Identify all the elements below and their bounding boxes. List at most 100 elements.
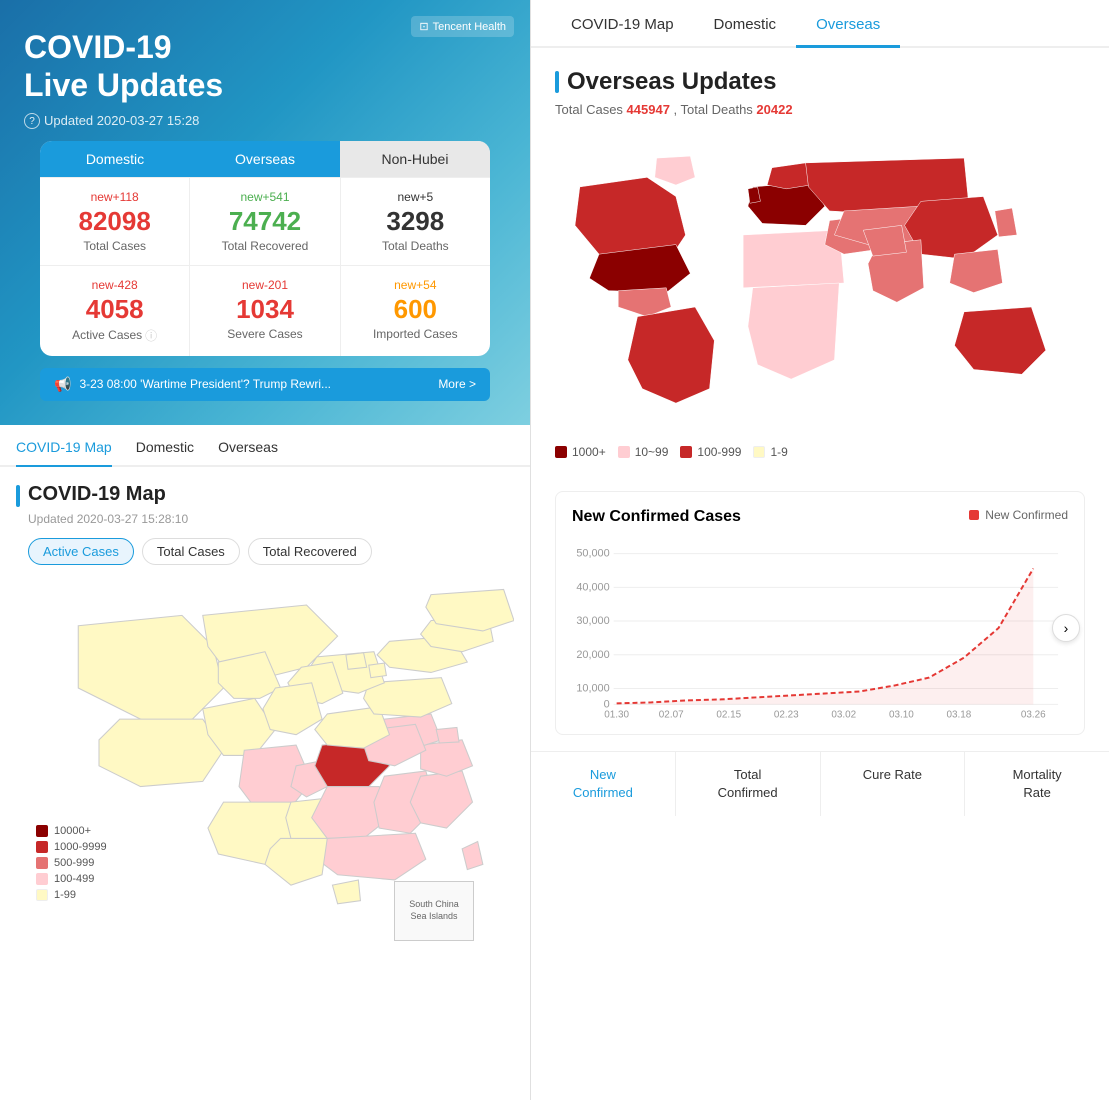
help-icon[interactable]: ? [24, 113, 40, 129]
chart-tab-cure-rate[interactable]: Cure Rate [821, 752, 966, 816]
filter-active-cases[interactable]: Active Cases [28, 538, 134, 565]
world-legend-box-10 [618, 446, 630, 458]
svg-text:03.26: 03.26 [1021, 709, 1046, 718]
hero-title: COVID-19Live Updates [24, 28, 506, 105]
world-legend: 1000+ 10~99 100-999 1-9 [555, 433, 1085, 471]
tab-non-hubei[interactable]: Non-Hubei [340, 141, 490, 177]
tencent-icon: ⊡ [419, 20, 428, 33]
active-label: Active Cases ⓘ [50, 327, 179, 344]
map-tabs-left: COVID-19 Map Domestic Overseas [0, 425, 530, 467]
active-delta: new-428 [50, 278, 179, 292]
legend-box-1000 [36, 841, 48, 853]
right-tab-overseas[interactable]: Overseas [796, 0, 900, 48]
svg-text:03.02: 03.02 [831, 709, 856, 718]
chart-tabs: New Confirmed Total Confirmed Cure Rate … [531, 751, 1109, 816]
south-china-label: South ChinaSea Islands [409, 899, 459, 922]
world-legend-10-99: 10~99 [618, 445, 669, 459]
legend-1-99: 1-99 [36, 889, 107, 901]
megaphone-icon: 📢 [54, 376, 71, 393]
china-map: 10000+ 1000-9999 500-999 100-499 1-99 [16, 581, 514, 961]
total-deaths-cell: new+5 3298 Total Deaths [341, 178, 490, 265]
world-map-svg [551, 133, 1089, 433]
total-cases-value: 82098 [50, 206, 179, 237]
legend-100-499: 100-499 [36, 873, 107, 885]
svg-text:10,000: 10,000 [576, 682, 609, 694]
legend-box-100 [36, 873, 48, 885]
chart-tab-mortality-rate[interactable]: Mortality Rate [965, 752, 1109, 816]
svg-text:50,000: 50,000 [576, 548, 609, 560]
svg-text:01.30: 01.30 [604, 709, 629, 718]
chart-section: New Confirmed Cases New Confirmed 50,000… [555, 491, 1085, 735]
world-legend-box-1 [753, 446, 765, 458]
right-tab-covid-map[interactable]: COVID-19 Map [551, 0, 694, 48]
active-cases-cell: new-428 4058 Active Cases ⓘ [40, 266, 190, 356]
stats-row-2: new-428 4058 Active Cases ⓘ new-201 1034… [40, 265, 490, 356]
new-cases-delta: new+118 [50, 190, 179, 204]
world-legend-1000plus: 1000+ [555, 445, 606, 459]
news-ticker: 📢 3-23 08:00 'Wartime President'? Trump … [40, 368, 490, 401]
recovered-label: Total Recovered [200, 239, 329, 253]
imported-cases-cell: new+54 600 Imported Cases [341, 266, 490, 356]
chart-area: 50,000 40,000 30,000 20,000 10,000 0 01.… [572, 538, 1068, 718]
stats-card: Domestic Overseas Non-Hubei new+118 8209… [40, 141, 490, 356]
filter-total-recovered[interactable]: Total Recovered [248, 538, 372, 565]
tab-overseas-stats[interactable]: Overseas [190, 141, 340, 177]
info-icon[interactable]: ⓘ [145, 327, 157, 344]
line-chart-svg: 50,000 40,000 30,000 20,000 10,000 0 01.… [572, 538, 1068, 718]
right-tabs: COVID-19 Map Domestic Overseas [531, 0, 1109, 48]
tencent-label: Tencent Health [433, 21, 506, 33]
map-tab-covid[interactable]: COVID-19 Map [16, 439, 112, 467]
imported-delta: new+54 [351, 278, 480, 292]
svg-text:30,000: 30,000 [576, 615, 609, 627]
deaths-delta: new+5 [351, 190, 480, 204]
filter-tabs: Active Cases Total Cases Total Recovered [28, 538, 514, 565]
active-value: 4058 [50, 294, 179, 325]
deaths-value: 3298 [351, 206, 480, 237]
hero-banner: ⊡ Tencent Health COVID-19Live Updates ? … [0, 0, 530, 425]
overseas-subtitle: Total Cases 445947 , Total Deaths 20422 [555, 102, 1085, 117]
overseas-title: Overseas Updates [567, 68, 776, 96]
svg-text:02.07: 02.07 [659, 709, 684, 718]
south-china-sea-box: South ChinaSea Islands [394, 881, 474, 941]
map-updated: Updated 2020-03-27 15:28:10 [28, 512, 514, 526]
legend-box-10000 [36, 825, 48, 837]
overseas-title-row: Overseas Updates [555, 68, 1085, 96]
overseas-section: Overseas Updates Total Cases 445947 , To… [531, 48, 1109, 491]
imported-label: Imported Cases [351, 327, 480, 341]
imported-value: 600 [351, 294, 480, 325]
legend-box-500 [36, 857, 48, 869]
svg-text:40,000: 40,000 [576, 581, 609, 593]
china-map-legend: 10000+ 1000-9999 500-999 100-499 1-99 [36, 825, 107, 901]
stats-row-1: new+118 82098 Total Cases new+541 74742 … [40, 177, 490, 265]
total-recovered-cell: new+541 74742 Total Recovered [190, 178, 340, 265]
deaths-label: Total Deaths [351, 239, 480, 253]
chart-legend: New Confirmed [969, 508, 1068, 522]
filter-total-cases[interactable]: Total Cases [142, 538, 240, 565]
svg-text:02.23: 02.23 [774, 709, 799, 718]
severe-delta: new-201 [200, 278, 329, 292]
world-legend-1-9: 1-9 [753, 445, 787, 459]
svg-text:02.15: 02.15 [716, 709, 741, 718]
severe-cases-cell: new-201 1034 Severe Cases [190, 266, 340, 356]
chart-next-button[interactable]: › [1052, 614, 1080, 642]
svg-text:03.18: 03.18 [946, 709, 971, 718]
map-tab-overseas-left[interactable]: Overseas [218, 439, 278, 467]
right-tab-domestic[interactable]: Domestic [694, 0, 797, 48]
chart-tab-total-confirmed[interactable]: Total Confirmed [676, 752, 821, 816]
chart-tab-new-confirmed[interactable]: New Confirmed [531, 752, 676, 816]
hero-updated: ? Updated 2020-03-27 15:28 [24, 113, 506, 129]
section-bar [16, 485, 20, 507]
total-cases-label: Total Cases [50, 239, 179, 253]
right-panel: COVID-19 Map Domestic Overseas Overseas … [530, 0, 1109, 1100]
tab-domestic[interactable]: Domestic [40, 141, 190, 177]
recovered-delta: new+541 [200, 190, 329, 204]
left-panel: ⊡ Tencent Health COVID-19Live Updates ? … [0, 0, 530, 1100]
legend-box-1 [36, 889, 48, 901]
map-title: COVID-19 Map [28, 483, 166, 506]
news-more-button[interactable]: More > [438, 377, 476, 391]
world-legend-box-1000 [555, 446, 567, 458]
map-tab-domestic[interactable]: Domestic [136, 439, 194, 467]
news-text: 3-23 08:00 'Wartime President'? Trump Re… [79, 377, 430, 391]
legend-500-999: 500-999 [36, 857, 107, 869]
total-cases-cell: new+118 82098 Total Cases [40, 178, 190, 265]
